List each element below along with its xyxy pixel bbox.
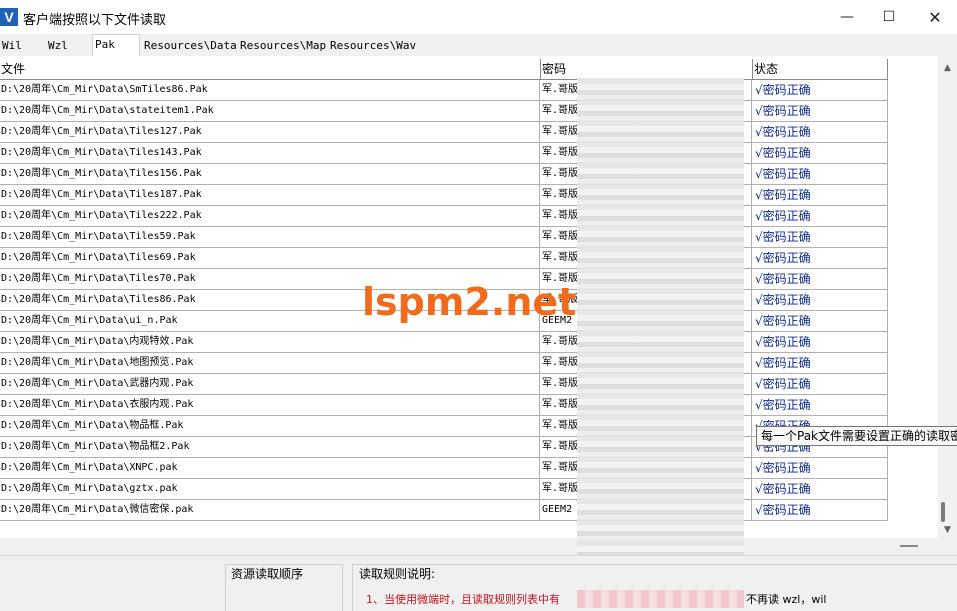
file-cell: D:\20周年\Cm_Mir\Data\物品框.Pak (0, 416, 540, 437)
status-cell: √密码正确 (752, 353, 888, 374)
file-cell: D:\20周年\Cm_Mir\Data\Tiles187.Pak (0, 185, 540, 206)
status-cell: √密码正确 (752, 269, 888, 290)
table-row[interactable]: D:\20周年\Cm_Mir\Data\内观特效.Pak 军.哥版 √密码正确 (0, 332, 888, 353)
file-cell: D:\20周年\Cm_Mir\Data\XNPC.pak (0, 458, 540, 479)
table-row[interactable]: D:\20周年\Cm_Mir\Data\物品框.Pak军.哥版√密码正确 (0, 416, 888, 437)
minimize-button[interactable]: — (825, 0, 869, 34)
rule-description-label: 读取规则说明: (359, 567, 436, 581)
tooltip: 每一个Pak文件需要设置正确的读取密码 (756, 426, 957, 446)
column-header-password[interactable]: 密码 (541, 59, 753, 80)
column-header-file[interactable]: 文件 (0, 59, 541, 80)
status-cell: √密码正确 (752, 227, 888, 248)
status-cell: √密码正确 (752, 374, 888, 395)
table-row[interactable]: D:\20周年\Cm_Mir\Data\Tiles143.Pak 军.哥版 √密码正… (0, 143, 888, 164)
file-cell: D:\20周年\Cm_Mir\Data\武器内观.Pak (0, 374, 540, 395)
file-cell: D:\20周年\Cm_Mir\Data\衣服内观.Pak (0, 395, 540, 416)
table-row[interactable]: D:\20周年\Cm_Mir\Data\gztx.pak 军.哥版 √密码正确 (0, 479, 888, 500)
table-row[interactable]: D:\20周年\Cm_Mir\Data\XNPC.pak 军.哥版 √密码正确 (0, 458, 888, 479)
app-logo-icon: V (0, 8, 18, 26)
status-cell: √密码正确 (752, 143, 888, 164)
table-row[interactable]: D:\20周年\Cm_Mir\Data\地图预览.Pak 军.哥版 √密码正确 (0, 353, 888, 374)
status-cell: √密码正确 (752, 101, 888, 122)
title-bar: V 客户端按照以下文件读取 — ☐ ✕ (0, 0, 957, 34)
table-row[interactable]: D:\20周年\Cm_Mir\Data\Tiles156.Pak 军.哥版 √密码正… (0, 164, 888, 185)
table-row[interactable]: D:\20周年\Cm_Mir\Data\SmTiles86.Pak 军.哥版 √密码… (0, 80, 888, 101)
tab-strip: Wil Wzl Pak Resources\Data Resources\Map… (0, 34, 957, 57)
maximize-button[interactable]: ☐ (867, 0, 911, 34)
file-cell: D:\20周年\Cm_Mir\Data\Tiles156.Pak (0, 164, 540, 185)
file-cell: D:\20周年\Cm_Mir\Data\内观特效.Pak (0, 332, 540, 353)
vertical-scrollbar[interactable]: ▲ ▼ (938, 56, 957, 538)
scroll-thumb[interactable] (941, 502, 945, 522)
table-row[interactable]: D:\20周年\Cm_Mir\Data\Tiles187.Pak 军.哥版 √密码正… (0, 185, 888, 206)
status-cell: √密码正确 (752, 164, 888, 185)
file-cell: D:\20周年\Cm_Mir\Data\gztx.pak (0, 479, 540, 500)
file-cell: D:\20周年\Cm_Mir\Data\地图预览.Pak (0, 353, 540, 374)
file-cell: D:\20周年\Cm_Mir\Data\stateitem1.Pak (0, 101, 540, 122)
table-row[interactable]: D:\20周年\Cm_Mir\Data\Tiles69.Pak 军.哥版 √密码正确 (0, 248, 888, 269)
table-row[interactable]: D:\20周年\Cm_Mir\Data\衣服内观.Pak 军.哥版 √密码正确 (0, 395, 888, 416)
table-row[interactable]: D:\20周年\Cm_Mir\Data\微信密保.pak GEEM2 √密码正确 (0, 500, 888, 521)
file-cell: D:\20周年\Cm_Mir\Data\Tiles127.Pak (0, 122, 540, 143)
table-row[interactable]: D:\20周年\Cm_Mir\Data\武器内观.Pak 军.哥版 √密码正确 (0, 374, 888, 395)
table-row[interactable]: D:\20周年\Cm_Mir\Data\Tiles222.Pak 军.哥版 √密码正… (0, 206, 888, 227)
scroll-up-arrow-icon[interactable]: ▲ (938, 60, 957, 76)
status-cell: √密码正确 (752, 311, 888, 332)
file-cell: D:\20周年\Cm_Mir\Data\Tiles69.Pak (0, 248, 540, 269)
status-cell: √密码正确 (752, 80, 888, 101)
table-row[interactable]: D:\20周年\Cm_Mir\Data\Tiles127.Pak 军.哥版 √密码正… (0, 122, 888, 143)
status-cell: √密码正确 (752, 500, 888, 521)
tab-pak[interactable]: Pak (92, 34, 140, 57)
tab-wzl[interactable]: Wzl (46, 36, 90, 55)
file-cell: D:\20周年\Cm_Mir\Data\SmTiles86.Pak (0, 80, 540, 101)
status-cell: √密码正确 (752, 395, 888, 416)
resource-order-label: 资源读取顺序 (231, 567, 304, 581)
table-row[interactable]: D:\20周年\Cm_Mir\Data\物品框2.Pak 军.哥版 √密码正确 (0, 437, 888, 458)
tab-wil[interactable]: Wil (0, 36, 44, 55)
rule-line-1-end: 不再读 wzl，wil (746, 593, 827, 606)
file-cell: D:\20周年\Cm_Mir\Data\Tiles143.Pak (0, 143, 540, 164)
file-cell: D:\20周年\Cm_Mir\Data\微信密保.pak (0, 500, 540, 521)
site-watermark: lspm2.net (362, 280, 577, 324)
splitter-handle[interactable] (900, 545, 918, 547)
column-header-status[interactable]: 状态 (753, 59, 888, 80)
status-cell: √密码正确 (752, 185, 888, 206)
close-button[interactable]: ✕ (913, 0, 957, 34)
tab-resources-map[interactable]: Resources\Map (238, 36, 326, 55)
file-cell: D:\20周年\Cm_Mir\Data\物品框2.Pak (0, 437, 540, 458)
status-cell: √密码正确 (752, 206, 888, 227)
redacted-password-region (577, 78, 744, 608)
rule-line-1-start: 1、当使用微端时，且读取规则列表中有 (366, 593, 560, 606)
redacted-rule-region (577, 590, 744, 608)
status-cell: √密码正确 (752, 479, 888, 500)
status-cell: √密码正确 (752, 248, 888, 269)
file-cell: D:\20周年\Cm_Mir\Data\Tiles222.Pak (0, 206, 540, 227)
status-cell: √密码正确 (752, 458, 888, 479)
tab-resources-data[interactable]: Resources\Data (142, 36, 237, 55)
window-title: 客户端按照以下文件读取 (23, 13, 167, 28)
tab-resources-wav[interactable]: Resources\Wav (328, 36, 416, 55)
status-cell: √密码正确 (752, 290, 888, 311)
status-cell: √密码正确 (752, 332, 888, 353)
file-cell: D:\20周年\Cm_Mir\Data\Tiles59.Pak (0, 227, 540, 248)
table-row[interactable]: D:\20周年\Cm_Mir\Data\stateitem1.Pak 军.哥版 √密… (0, 101, 888, 122)
scroll-down-arrow-icon[interactable]: ▼ (938, 522, 957, 538)
status-cell: √密码正确 (752, 122, 888, 143)
table-row[interactable]: D:\20周年\Cm_Mir\Data\Tiles59.Pak 军.哥版 √密码正确 (0, 227, 888, 248)
